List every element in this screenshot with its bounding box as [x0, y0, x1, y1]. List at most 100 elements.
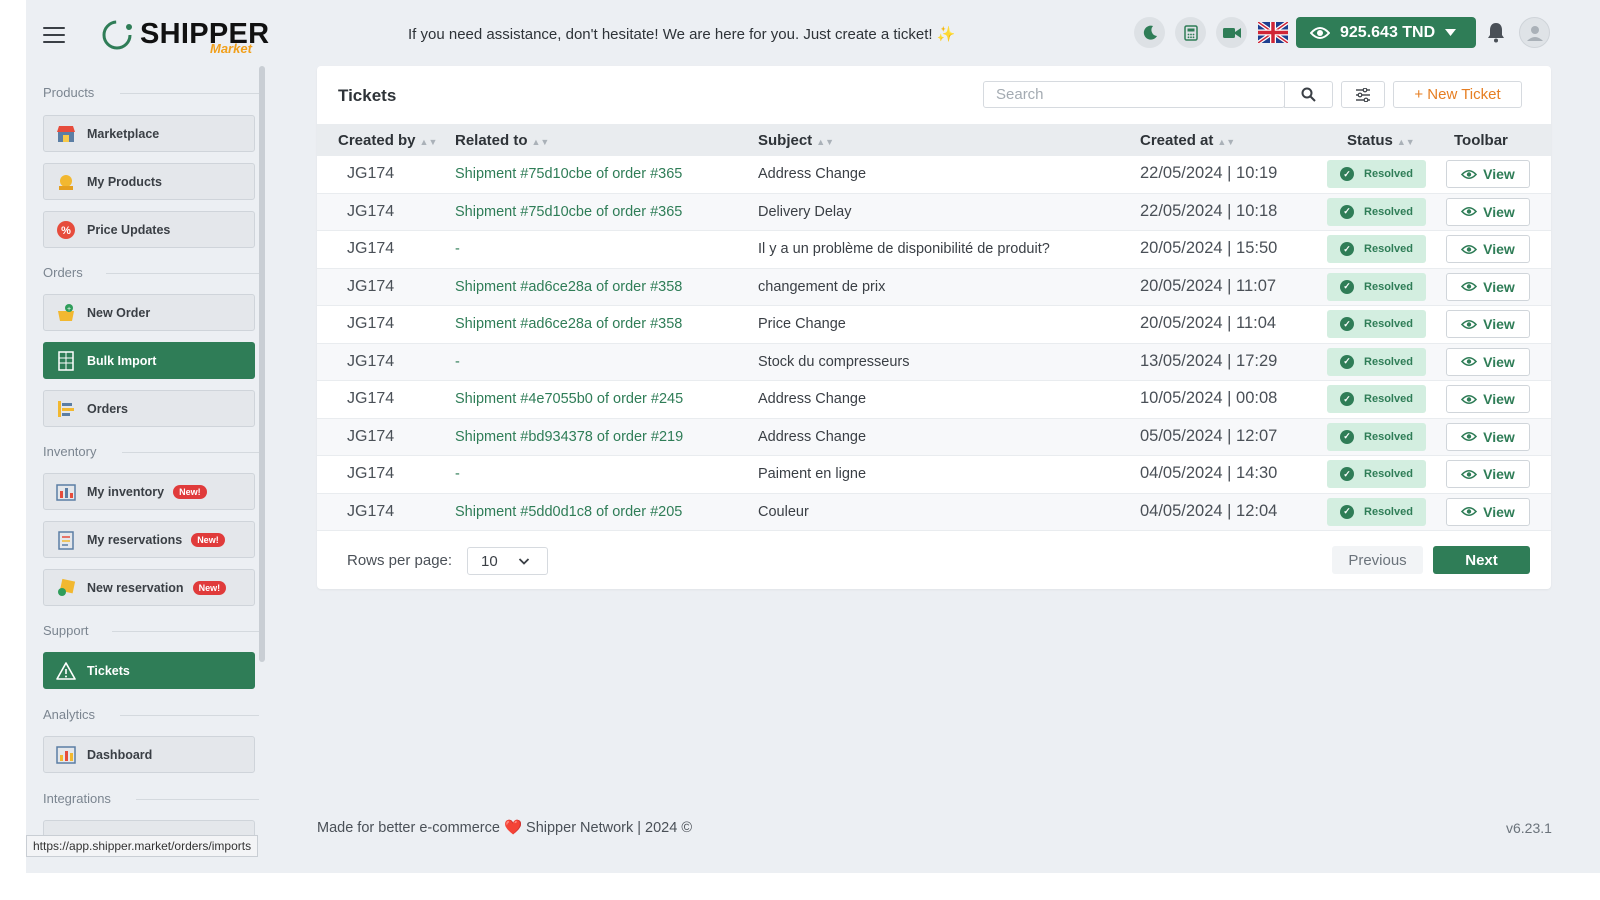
sliders-icon	[1356, 87, 1370, 102]
status-label: Resolved	[1364, 393, 1413, 405]
status-badge: ✓ Resolved	[1327, 197, 1426, 226]
sidebar-item-dashboard[interactable]: Dashboard	[43, 736, 255, 773]
related-link[interactable]: Shipment #5dd0d1c8 of order #205	[455, 504, 682, 520]
check-circle-icon: ✓	[1340, 429, 1355, 444]
view-button[interactable]: View	[1446, 460, 1530, 488]
store-icon	[56, 124, 76, 144]
subject-cell: Price Change	[758, 316, 846, 332]
sidebar: SHIPPER Market Products Marketplace My P…	[26, 0, 296, 873]
created-by-cell: JG174	[347, 277, 395, 295]
related-link[interactable]: Shipment #ad6ce28a of order #358	[455, 279, 682, 295]
table-header: Created by ▲▼ Related to ▲▼ Subject ▲▼ Crea…	[317, 124, 1551, 156]
search-button[interactable]	[1284, 81, 1333, 108]
sidebar-item-label: Marketplace	[87, 126, 160, 141]
divider	[112, 631, 259, 632]
sidebar-item-new-reservation[interactable]: New reservation New!	[43, 569, 255, 606]
video-button[interactable]	[1216, 17, 1247, 48]
check-circle-icon: ✓	[1340, 317, 1355, 331]
related-link[interactable]: Shipment #75d10cbe of order #365	[455, 166, 682, 182]
sidebar-scrollbar[interactable]	[259, 66, 265, 662]
sidebar-item-orders[interactable]: Orders	[43, 390, 255, 427]
created-at-cell: 22/05/2024 | 10:19	[1140, 164, 1278, 182]
column-label: Toolbar	[1454, 132, 1508, 149]
created-by-cell: JG174	[347, 202, 395, 220]
created-at-cell: 20/05/2024 | 11:04	[1140, 314, 1277, 332]
view-button[interactable]: View	[1446, 347, 1530, 376]
status-badge: ✓ Resolved	[1327, 160, 1426, 188]
sidebar-item-my-products[interactable]: My Products	[43, 163, 255, 200]
related-link[interactable]: Shipment #4e7055b0 of order #245	[455, 391, 683, 407]
filter-button[interactable]	[1341, 81, 1385, 108]
related-link: -	[455, 353, 460, 370]
sidebar-item-label: My inventory	[87, 484, 165, 499]
column-related-to[interactable]: Related to ▲▼	[455, 132, 549, 149]
rows-per-page-value: 10	[481, 552, 498, 570]
table-row: JG174 Shipment #5dd0d1c8 of order #205 C…	[317, 493, 1551, 531]
sidebar-item-my-inventory[interactable]: My inventory New!	[43, 473, 255, 510]
svg-text:+: +	[67, 306, 71, 313]
new-ticket-button[interactable]: + New Ticket	[1393, 81, 1522, 108]
new-badge: New!	[191, 532, 225, 547]
balance-dropdown[interactable]: 925.643 TND	[1296, 17, 1476, 48]
status-badge: ✓ Resolved	[1327, 422, 1426, 451]
avatar[interactable]	[1519, 17, 1550, 48]
previous-button[interactable]: Previous	[1332, 546, 1423, 574]
status-badge: ✓ Resolved	[1327, 310, 1426, 338]
divider	[122, 452, 259, 453]
eye-icon	[1461, 394, 1478, 404]
related-link[interactable]: Shipment #75d10cbe of order #365	[455, 204, 682, 220]
related-link[interactable]: Shipment #ad6ce28a of order #358	[455, 316, 682, 332]
column-created-at[interactable]: Created at ▲▼	[1140, 132, 1235, 149]
view-button[interactable]: View	[1446, 422, 1530, 451]
language-uk-flag-icon[interactable]	[1256, 20, 1290, 45]
column-subject[interactable]: Subject ▲▼	[758, 132, 834, 149]
table-row: JG174 Shipment #ad6ce28a of order #358 c…	[317, 268, 1551, 306]
related-link[interactable]: Shipment #bd934378 of order #219	[455, 429, 683, 445]
table-row: JG174 - Il y a un problème de disponibil…	[317, 231, 1551, 269]
status-bar-url: https://app.shipper.market/orders/import…	[26, 835, 259, 857]
table-row: JG174 Shipment #75d10cbe of order #365 A…	[317, 156, 1551, 194]
table-row: JG174 Shipment #75d10cbe of order #365 D…	[317, 193, 1551, 231]
view-button[interactable]: View	[1446, 310, 1530, 338]
bell-icon[interactable]	[1486, 22, 1506, 48]
version-label: v6.23.1	[1506, 820, 1552, 836]
view-button[interactable]: View	[1446, 497, 1530, 526]
view-button[interactable]: View	[1446, 197, 1530, 226]
sort-icon: ▲▼	[816, 137, 835, 147]
view-button[interactable]: View	[1446, 160, 1530, 188]
view-button[interactable]: View	[1446, 235, 1530, 263]
tickets-card: Tickets + New Ticket Created by▲▼ Relate…	[317, 66, 1551, 589]
percent-icon: %	[56, 220, 76, 240]
search-icon	[1301, 87, 1316, 102]
chevron-down-icon	[518, 558, 530, 565]
sidebar-item-marketplace[interactable]: Marketplace	[43, 115, 255, 152]
calculator-button[interactable]	[1175, 17, 1206, 48]
created-by-cell: JG174	[347, 240, 395, 257]
new-badge: New!	[173, 484, 207, 499]
search-input[interactable]	[983, 81, 1285, 108]
column-created-by[interactable]: Created by ▲▼	[338, 132, 437, 149]
created-at-cell: 20/05/2024 | 11:07	[1140, 276, 1277, 295]
created-by-cell: JG174	[347, 502, 395, 520]
sidebar-item-my-reservations[interactable]: My reservations New!	[43, 521, 255, 558]
status-badge: ✓ Resolved	[1327, 460, 1426, 488]
status-label: Resolved	[1364, 243, 1413, 255]
view-button[interactable]: View	[1446, 385, 1530, 413]
next-button[interactable]: Next	[1433, 546, 1530, 574]
dark-mode-toggle[interactable]	[1134, 17, 1165, 48]
view-label: View	[1483, 278, 1515, 295]
sidebar-nav[interactable]: Products Marketplace My Products % Price…	[26, 62, 290, 852]
column-status[interactable]: Status ▲▼	[1347, 132, 1415, 149]
table-row: JG174 - Paiment en ligne 04/05/2024 | 14…	[317, 456, 1551, 494]
sidebar-item-price-updates[interactable]: % Price Updates	[43, 211, 255, 248]
sidebar-item-tickets[interactable]: Tickets	[43, 652, 255, 689]
rows-per-page-select[interactable]: 10	[467, 547, 548, 575]
subject-cell: Couleur	[758, 503, 809, 520]
section-inventory-label: Inventory	[43, 444, 97, 459]
sidebar-item-new-order[interactable]: + New Order	[43, 294, 255, 331]
logo[interactable]: SHIPPER Market	[100, 16, 270, 58]
view-button[interactable]: View	[1446, 272, 1530, 301]
assistance-message: If you need assistance, don't hesitate! …	[408, 26, 956, 43]
menu-toggle-icon[interactable]	[43, 27, 65, 43]
sidebar-item-bulk-import[interactable]: Bulk Import	[43, 342, 255, 379]
